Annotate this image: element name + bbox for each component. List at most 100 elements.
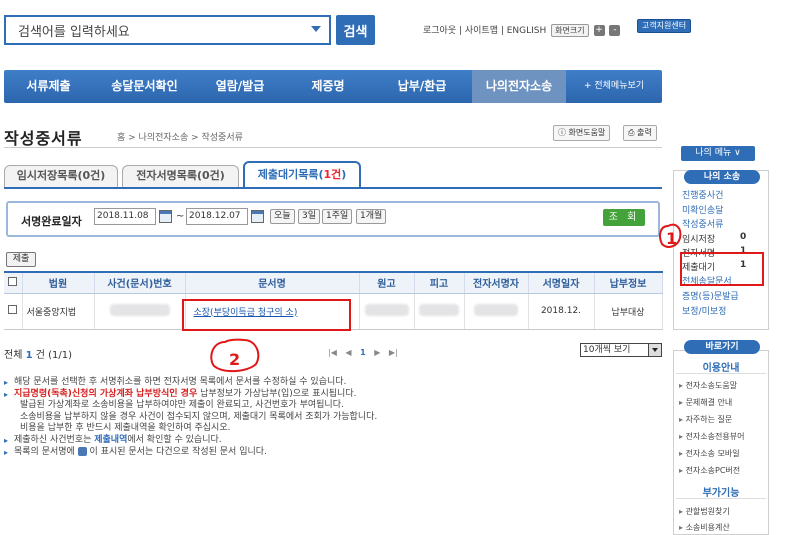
filter-label: 서명완료일자	[21, 215, 82, 228]
select-all-checkbox[interactable]	[8, 276, 18, 286]
nav-item-all-menu[interactable]: + 전체메뉴보기	[566, 70, 662, 103]
annotation-label-2: 2	[229, 350, 240, 369]
chevron-down-icon[interactable]	[311, 26, 321, 32]
search-button[interactable]: 검색	[336, 15, 375, 45]
note-subline: 소송비용을 납부하지 않을 경우 사건이 접수되지 않으며, 제출대기 목록에서…	[20, 411, 378, 422]
help-center-button[interactable]: 고객지원센터	[637, 19, 691, 33]
extra-link[interactable]: 관할법원찾기	[679, 506, 730, 517]
quick-today-button[interactable]: 오늘	[270, 209, 295, 224]
side-item-correction[interactable]: 보정/미보정	[682, 304, 726, 317]
redacted-signer	[474, 303, 518, 316]
total-suffix: 건 (1/1)	[35, 350, 73, 361]
extra-title: 부가기능	[702, 488, 740, 499]
printer-icon: ⎙	[628, 128, 637, 137]
annotation-circle-2	[210, 338, 260, 372]
header-checkbox-cell	[4, 271, 23, 294]
nav-item-delivery[interactable]: 송달문서확인	[93, 70, 196, 103]
query-button[interactable]: 조 회	[603, 209, 645, 226]
guide-link[interactable]: 전자소송 모바일	[679, 448, 740, 459]
date-from-input[interactable]: 2018.11.08	[94, 208, 156, 225]
quick-3day-button[interactable]: 3일	[298, 209, 321, 224]
zoom-out-button[interactable]: -	[609, 25, 621, 36]
submit-button[interactable]: 제출	[6, 252, 36, 267]
side-item-ongoing-cases[interactable]: 진행중사건	[682, 188, 723, 201]
guide-link[interactable]: 문제해결 안내	[679, 397, 733, 408]
tab-pending-submit[interactable]: 제출대기목록(1건)	[243, 161, 361, 188]
print-button[interactable]: ⎙ 출력	[623, 125, 657, 141]
row-checkbox[interactable]	[8, 305, 18, 314]
date-to-input[interactable]: 2018.12.07	[186, 208, 248, 225]
extra-link[interactable]: 소송비용계산	[679, 522, 730, 533]
my-menu-button[interactable]: 나의 메뉴 ∨	[681, 146, 755, 161]
submission-history-link[interactable]: 제출내역	[94, 435, 127, 445]
column-header: 전자서명자	[464, 271, 529, 294]
tab-temp-saved[interactable]: 임시저장목록(0건)	[4, 165, 118, 187]
zoom-in-button[interactable]: +	[593, 25, 605, 36]
pager-current-page[interactable]: 1	[360, 348, 366, 357]
court-cell: 서울중앙지법	[22, 293, 95, 330]
nav-item-submit[interactable]: 서류제출	[4, 70, 93, 103]
nav-item-my-ecase[interactable]: 나의전자소송	[472, 70, 566, 103]
total-number: 1	[25, 350, 33, 361]
plaintiff-cell	[359, 293, 415, 330]
side-item-drafting[interactable]: 작성중서류	[682, 217, 723, 230]
page-size-select[interactable]: 10개씩 보기	[580, 343, 662, 357]
nav-item-view-issue[interactable]: 열람/발급	[196, 70, 284, 103]
util-link-text[interactable]: 로그아웃 | 사이트맵 | ENGLISH	[423, 26, 546, 36]
case-number-cell	[94, 293, 186, 330]
redacted-plaintiff	[364, 303, 409, 316]
note-item: 목록의 문서명에 이 표시된 문서는 다건으로 작성된 문서 입니다.	[4, 446, 474, 459]
pagination: |◀ ◀ 1 ▶ ▶|	[328, 348, 398, 357]
guide-link[interactable]: 전자소송도움말	[679, 380, 738, 391]
note-item: 지급명령(독촉)신청의 가상계좌 납부방식인 경우 납부정보가 가상납부(입)으…	[4, 389, 474, 401]
screen-help-button[interactable]: ⓘ 화면도움말	[553, 125, 611, 141]
screen-help-label: 화면도움말	[568, 128, 606, 137]
payment-info-cell: 납부대상	[594, 293, 663, 330]
side-item-unconfirmed-delivery[interactable]: 미확인송달	[682, 203, 723, 216]
page-size-value: 10개씩 보기	[583, 345, 631, 355]
chevron-down-icon[interactable]	[648, 344, 661, 356]
calendar-icon[interactable]	[251, 210, 264, 223]
defendant-cell	[414, 293, 465, 330]
temp-saved-count: 0	[740, 232, 747, 242]
column-header: 납부정보	[594, 271, 663, 294]
side-item-certificate-issue[interactable]: 증명(등)문발급	[682, 289, 739, 302]
guide-link[interactable]: 전자소송전용뷰어	[679, 431, 745, 442]
side-item-temp-saved[interactable]: 임시저장	[682, 232, 715, 245]
info-icon: ⓘ	[558, 128, 569, 137]
title-divider	[4, 147, 662, 148]
pager-next[interactable]: ▶ ▶|	[374, 348, 398, 357]
search-input[interactable]: 검색어를 입력하세요	[4, 15, 331, 45]
column-header: 원고	[359, 271, 415, 294]
nav-item-certificate[interactable]: 제증명	[284, 70, 372, 103]
guide-title: 이용안내	[702, 363, 740, 374]
note-subline: 비용을 납부한 후 반드시 제출내역을 확인하여 주십시오.	[20, 423, 231, 434]
my-lawsuit-title: 나의 소송	[684, 170, 760, 184]
total-count: 전체 1 건 (1/1)	[4, 346, 72, 361]
annotation-box-document	[182, 299, 351, 331]
breadcrumb: 홈 > 나의전자소송 > 작성중서류	[117, 133, 243, 143]
calendar-icon[interactable]	[159, 210, 172, 223]
note-text: 이 표시된 문서는 다건으로 작성된 문서 입니다.	[86, 446, 267, 457]
note-subline: 발급된 가상계좌로 소송비용을 납부하여야만 제출이 완료되고, 사건번호가 부…	[20, 400, 344, 411]
note-text: 에서 확인할 수 있습니다.	[127, 434, 222, 445]
help-notes: 해당 문서를 선택한 후 서명취소를 하면 전자서명 목록에서 문서를 수정하실…	[4, 377, 474, 458]
annotation-box-pending	[680, 252, 764, 286]
divider	[676, 373, 766, 374]
tab-e-signed[interactable]: 전자서명목록(0건)	[122, 165, 239, 187]
search-placeholder: 검색어를 입력하세요	[18, 24, 130, 40]
quick-1month-button[interactable]: 1개월	[356, 209, 387, 224]
tab-pending-label-post: )	[341, 168, 347, 181]
guide-link[interactable]: 전자소송PC버전	[679, 465, 741, 476]
nav-item-payment[interactable]: 납부/환급	[372, 70, 472, 103]
guide-link[interactable]: 자주하는 질문	[679, 414, 733, 425]
note-item: 제출하신 사건번호는 제출내역에서 확인할 수 있습니다.	[4, 435, 474, 447]
tab-pending-count: 1건	[323, 168, 342, 181]
column-header: 법원	[22, 271, 95, 294]
quick-1week-button[interactable]: 1주일	[322, 209, 353, 224]
total-label: 전체	[4, 350, 23, 361]
pager-prev[interactable]: |◀ ◀	[328, 348, 352, 357]
utility-links: 로그아웃 | 사이트맵 | ENGLISH 화면크기 + -	[423, 23, 622, 37]
note-text: 납부정보가 가상납부(입)으로 표시됩니다.	[197, 388, 357, 399]
main-nav: 서류제출 송달문서확인 열람/발급 제증명 납부/환급 나의전자소송 + 전체메…	[4, 70, 662, 103]
